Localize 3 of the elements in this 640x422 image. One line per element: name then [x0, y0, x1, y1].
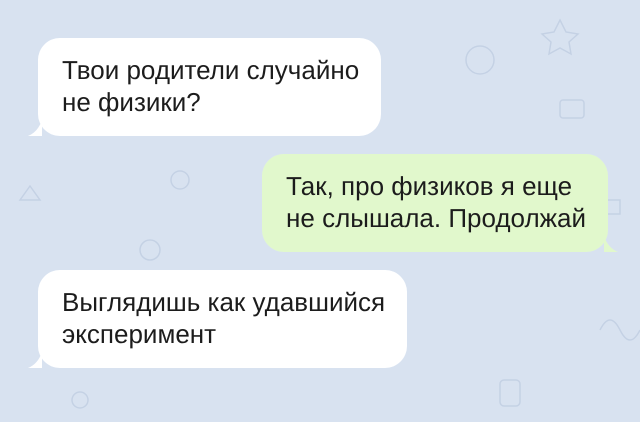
message-text: Выглядишь как удавшийся эксперимент	[62, 286, 386, 350]
message-text: Так, про физиков я еще не слышала. Продолжай	[286, 170, 586, 234]
message-text: Твои родители случайно не физики?	[62, 54, 360, 118]
